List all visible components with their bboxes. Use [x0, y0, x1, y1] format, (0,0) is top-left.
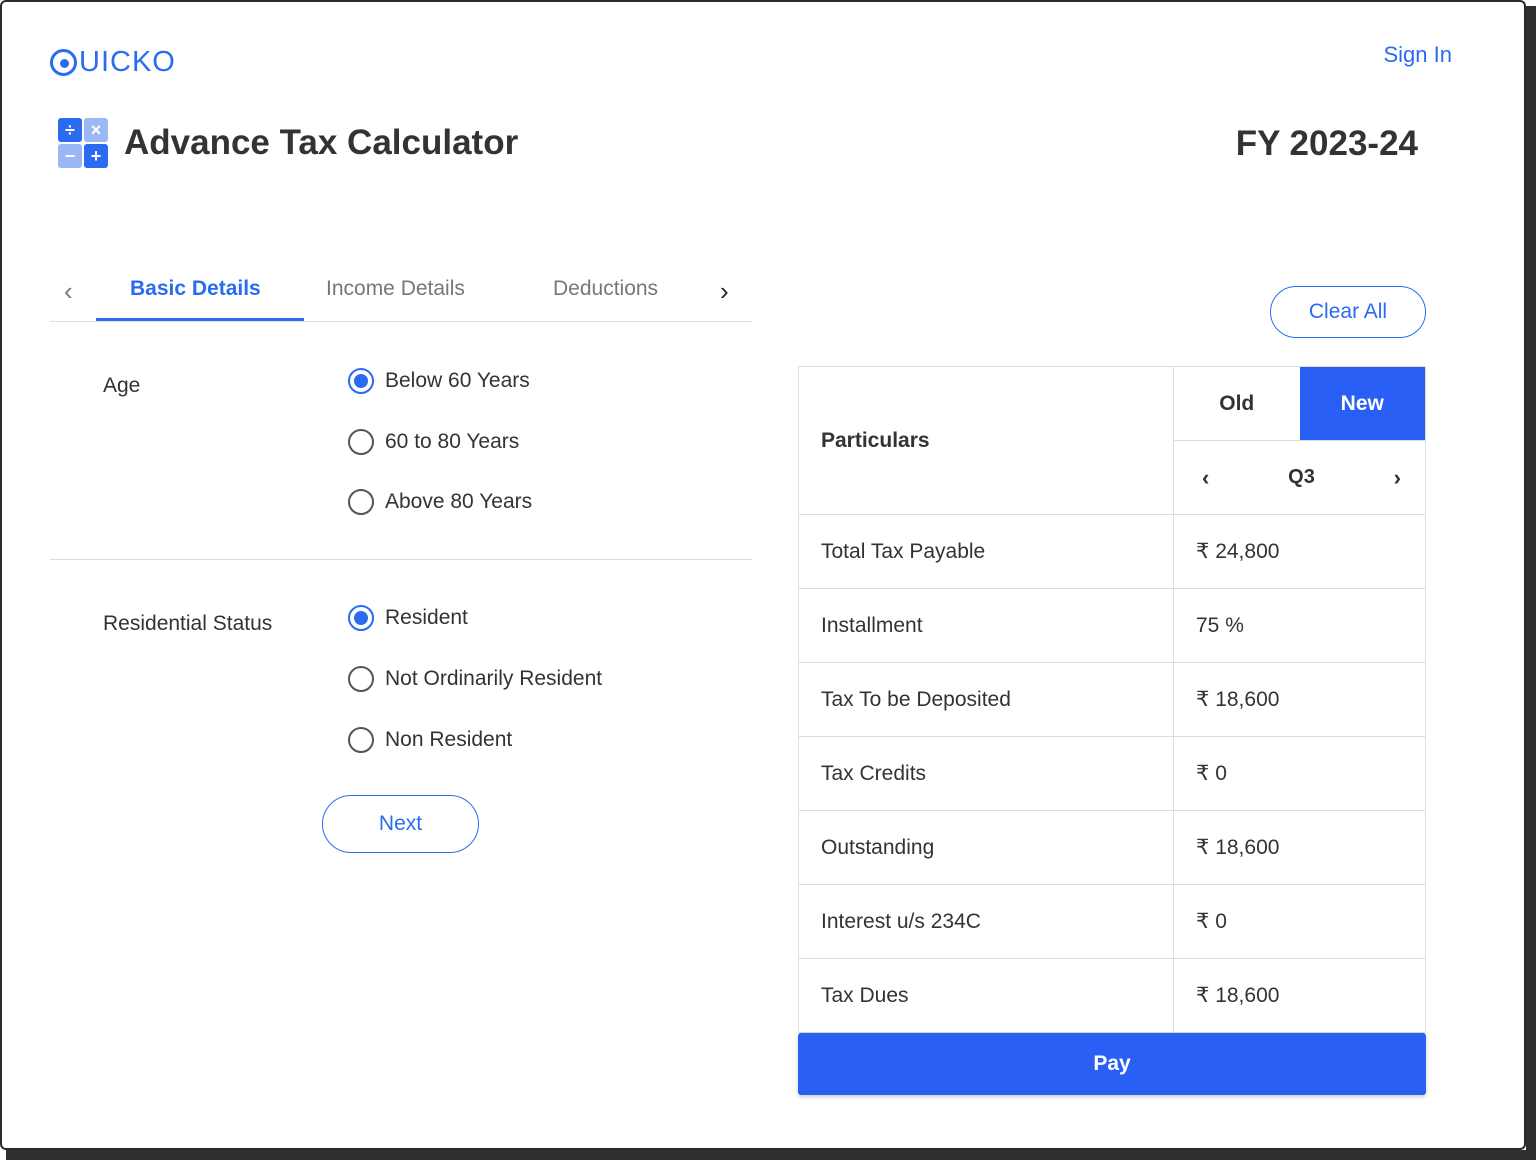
row-value: ₹ 18,600	[1196, 688, 1280, 711]
page-header: ÷ × − + Advance Tax Calculator	[58, 118, 518, 168]
clear-all-button[interactable]: Clear All	[1270, 286, 1426, 338]
table-header: Particulars Old New ‹ Q3 ›	[799, 367, 1425, 515]
particulars-header: Particulars	[799, 367, 1174, 514]
row-label: Tax Dues	[799, 959, 1174, 1032]
table-row: Interest u/s 234C ₹ 0	[799, 885, 1425, 959]
row-value: 75 %	[1196, 613, 1244, 637]
radio-label: Non Resident	[385, 728, 513, 751]
residential-option-not-ordinarily-resident[interactable]: Not Ordinarily Resident	[348, 666, 602, 692]
row-label: Interest u/s 234C	[799, 885, 1174, 958]
row-label: Total Tax Payable	[799, 515, 1174, 588]
page-title: Advance Tax Calculator	[124, 123, 519, 162]
age-option-below-60[interactable]: Below 60 Years	[348, 368, 530, 394]
pay-button[interactable]: Pay	[798, 1033, 1426, 1095]
tabs-next-chevron-icon[interactable]: ›	[720, 276, 729, 307]
row-value: ₹ 18,600	[1196, 836, 1280, 859]
row-label: Tax Credits	[799, 737, 1174, 810]
age-label: Age	[103, 374, 141, 397]
table-row: Installment 75 %	[799, 589, 1425, 663]
age-option-60-to-80[interactable]: 60 to 80 Years	[348, 429, 519, 455]
residential-option-non-resident[interactable]: Non Resident	[348, 727, 512, 753]
quarter-prev-chevron-icon[interactable]: ‹	[1202, 465, 1209, 491]
radio-unchecked-icon	[348, 429, 374, 455]
tab-bar: ‹ Basic Details Income Details Deduction…	[50, 262, 752, 322]
regime-quarter-header: Old New ‹ Q3 ›	[1174, 367, 1425, 514]
regime-new-option[interactable]: New	[1299, 367, 1425, 440]
age-option-above-80[interactable]: Above 80 Years	[348, 489, 532, 515]
tab-basic-details[interactable]: Basic Details	[130, 277, 261, 301]
tabs-prev-chevron-icon[interactable]: ‹	[64, 276, 73, 307]
regime-old-option[interactable]: Old	[1174, 367, 1300, 440]
active-tab-indicator	[96, 318, 304, 321]
radio-checked-icon	[348, 605, 374, 631]
radio-unchecked-icon	[348, 489, 374, 515]
next-button[interactable]: Next	[322, 795, 479, 853]
table-row: Total Tax Payable ₹ 24,800	[799, 515, 1425, 589]
frame-shadow	[1526, 6, 1536, 1160]
sign-in-link[interactable]: Sign In	[1384, 42, 1453, 68]
tab-deductions[interactable]: Deductions	[553, 277, 658, 301]
radio-label: 60 to 80 Years	[385, 430, 520, 453]
row-value: ₹ 0	[1196, 762, 1227, 785]
table-row: Tax Dues ₹ 18,600	[799, 959, 1425, 1033]
logo-q-mark	[50, 49, 77, 76]
quarter-value: Q3	[1288, 466, 1315, 488]
table-row: Outstanding ₹ 18,600	[799, 811, 1425, 885]
quicko-logo[interactable]: UICKO	[50, 46, 176, 79]
table-row: Tax Credits ₹ 0	[799, 737, 1425, 811]
residential-status-label: Residential Status	[103, 612, 273, 635]
calculator-icon: ÷ × − +	[58, 118, 108, 168]
radio-unchecked-icon	[348, 727, 374, 753]
regime-toggle: Old New	[1174, 367, 1425, 441]
section-divider	[50, 559, 752, 560]
radio-label: Below 60 Years	[385, 369, 530, 392]
row-value: ₹ 0	[1196, 910, 1227, 933]
radio-checked-icon	[348, 368, 374, 394]
logo-text: UICKO	[79, 46, 176, 78]
radio-label: Resident	[385, 606, 468, 629]
radio-unchecked-icon	[348, 666, 374, 692]
tab-income-details[interactable]: Income Details	[326, 277, 465, 301]
row-label: Tax To be Deposited	[799, 663, 1174, 736]
frame-shadow	[6, 1150, 1536, 1160]
fiscal-year: FY 2023-24	[1235, 124, 1418, 163]
tax-summary-table: Particulars Old New ‹ Q3 › Total Tax Pay…	[798, 366, 1426, 1033]
row-label: Outstanding	[799, 811, 1174, 884]
row-value: ₹ 24,800	[1196, 540, 1280, 563]
quarter-next-chevron-icon[interactable]: ›	[1394, 465, 1401, 491]
row-value: ₹ 18,600	[1196, 984, 1280, 1007]
table-row: Tax To be Deposited ₹ 18,600	[799, 663, 1425, 737]
radio-label: Not Ordinarily Resident	[385, 667, 603, 690]
row-label: Installment	[799, 589, 1174, 662]
residential-option-resident[interactable]: Resident	[348, 605, 468, 631]
radio-label: Above 80 Years	[385, 490, 533, 513]
quarter-selector: ‹ Q3 ›	[1174, 441, 1425, 514]
